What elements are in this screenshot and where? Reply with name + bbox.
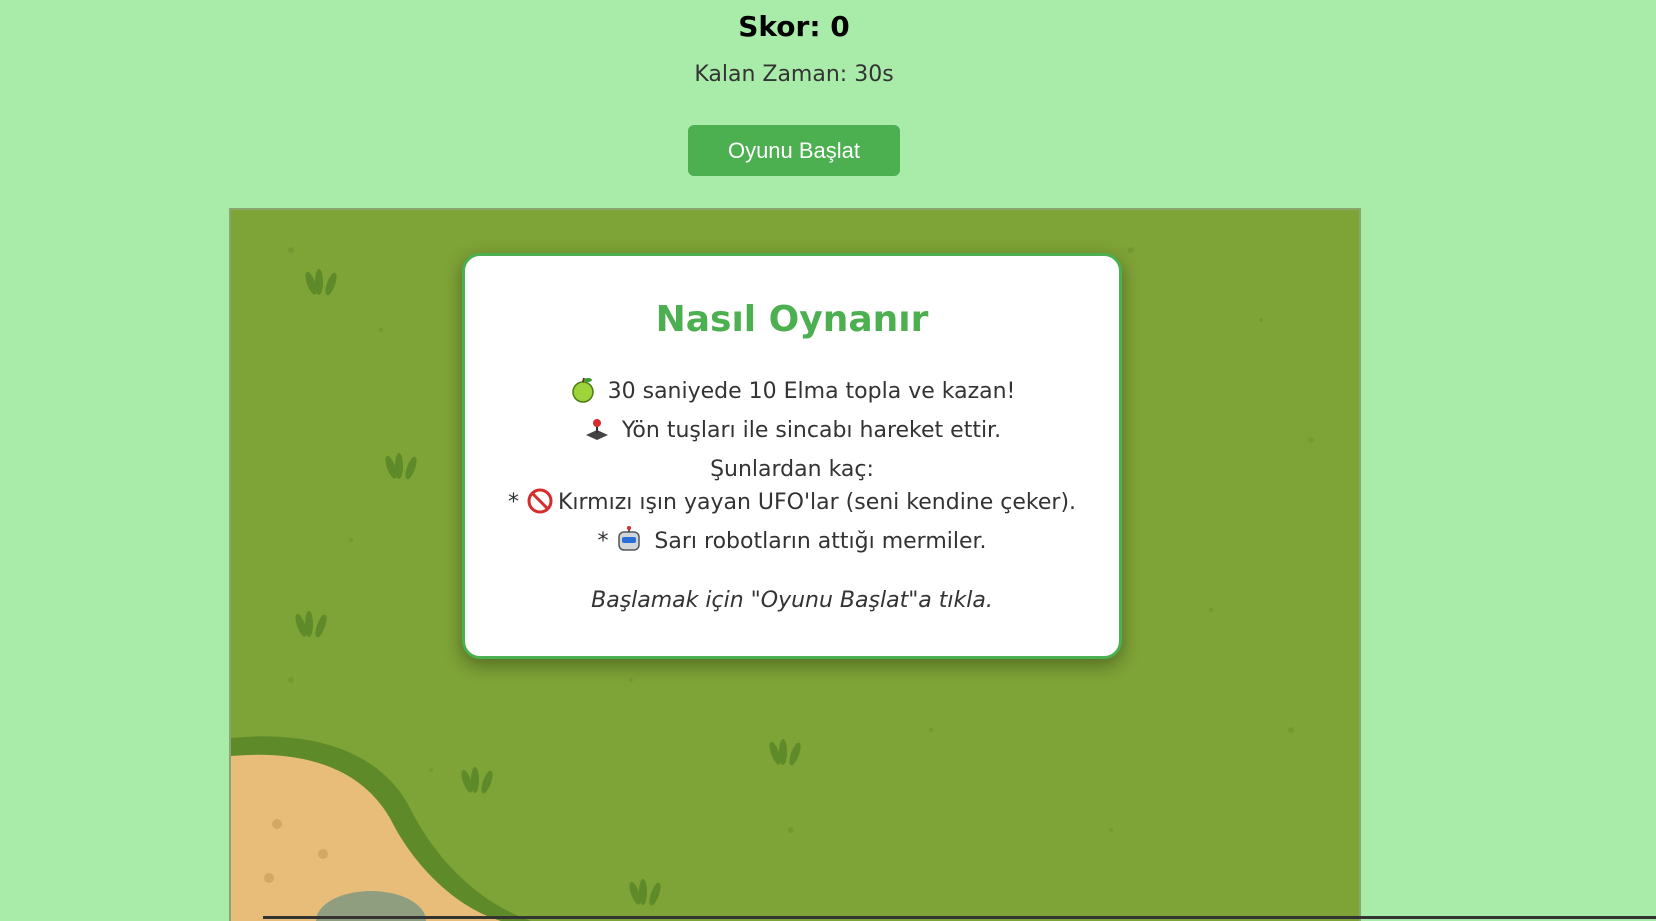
rule-collect-apples: 30 saniyede 10 Elma topla ve kazan! — [465, 375, 1119, 414]
rules-list: 30 saniyede 10 Elma topla ve kazan! Yön … — [465, 375, 1119, 564]
rule-avoid-robot: * Sarı robotların attığı mermiler. — [465, 525, 1119, 564]
score-label: Skor: 0 — [738, 10, 850, 43]
rule-avoid-ufo: * Kırmızı ışın yayan UFO'lar (seni kendi… — [465, 486, 1119, 525]
how-to-play-modal: Nasıl Oynanır 30 saniyede 10 Elma topla … — [462, 253, 1122, 659]
timer-label: Kalan Zaman: 30s — [694, 62, 894, 87]
joystick-icon — [583, 415, 611, 453]
robot-icon — [615, 526, 643, 564]
start-game-button[interactable]: Oyunu Başlat — [688, 125, 900, 176]
rule-move-squirrel: Yön tuşları ile sincabı hareket ettir. — [465, 414, 1119, 453]
modal-title: Nasıl Oynanır — [655, 299, 929, 340]
no-entry-icon — [526, 487, 554, 525]
start-hint: Başlamak için "Oyunu Başlat"a tıkla. — [591, 588, 993, 614]
rule-avoid-heading: Şunlardan kaç: — [710, 457, 874, 483]
apple-icon — [569, 376, 597, 414]
